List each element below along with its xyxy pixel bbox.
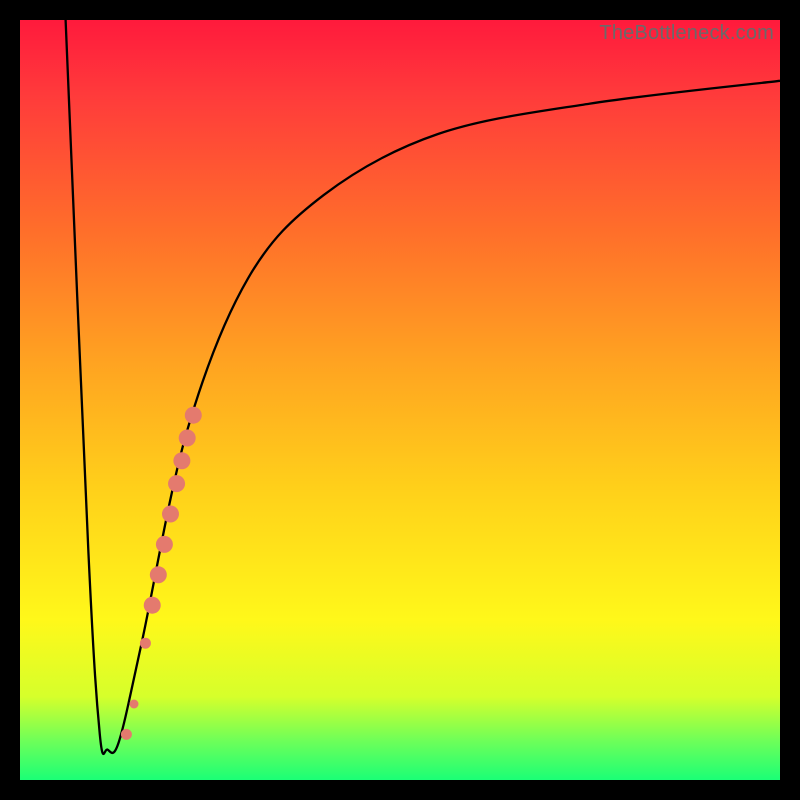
highlight-dots-group — [121, 407, 202, 740]
highlight-dot — [150, 566, 167, 583]
highlight-dot — [144, 597, 161, 614]
highlight-dot — [185, 407, 202, 424]
highlight-dot — [140, 638, 151, 649]
highlight-dot — [168, 475, 185, 492]
highlight-dot — [162, 506, 179, 523]
highlight-dot — [121, 729, 132, 740]
chart-svg — [20, 20, 780, 780]
plot-area: TheBottleneck.com — [20, 20, 780, 780]
highlight-dot — [179, 430, 196, 447]
highlight-dot — [156, 536, 173, 553]
highlight-dot — [130, 700, 139, 709]
bottleneck-curve-path — [66, 20, 780, 754]
chart-frame: TheBottleneck.com — [0, 0, 800, 800]
highlight-dot — [173, 452, 190, 469]
